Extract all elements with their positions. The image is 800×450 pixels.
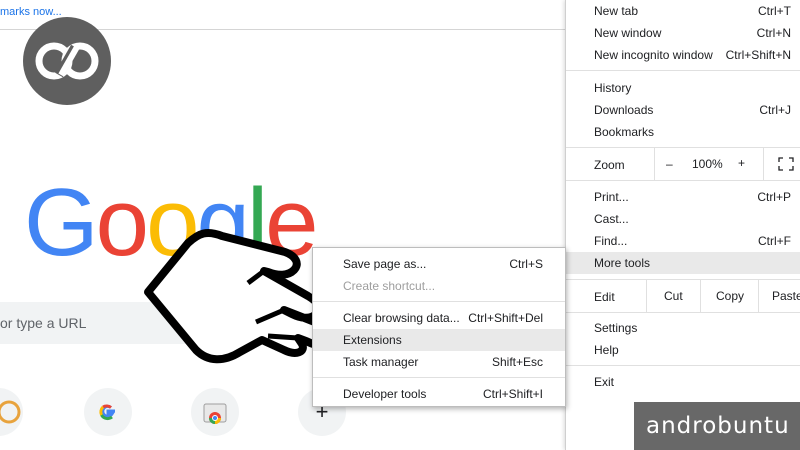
submenu-item-label: Developer tools xyxy=(343,387,427,401)
zoom-level: 100% xyxy=(692,157,723,171)
menu-item-find[interactable]: Find... Ctrl+F xyxy=(566,230,800,252)
paste-label: Paste xyxy=(772,289,800,303)
zoom-in-button[interactable]: + xyxy=(738,156,745,170)
submenu-item-extensions[interactable]: Extensions xyxy=(313,329,565,351)
menu-item-label: More tools xyxy=(594,256,651,270)
menu-divider xyxy=(566,70,800,71)
submenu-item-label: Extensions xyxy=(343,333,402,347)
cut-button[interactable]: Cut xyxy=(646,280,700,312)
submenu-item-shortcut: Ctrl+S xyxy=(509,257,543,271)
menu-item-label: Bookmarks xyxy=(594,125,655,139)
submenu-item-save-page[interactable]: Save page as... Ctrl+S xyxy=(313,253,565,275)
fullscreen-icon[interactable] xyxy=(778,157,794,171)
edit-label: Edit xyxy=(594,290,615,304)
chrome-menu: New tab Ctrl+T New window Ctrl+N New inc… xyxy=(565,0,800,450)
menu-item-new-tab[interactable]: New tab Ctrl+T xyxy=(566,0,800,22)
menu-item-new-window[interactable]: New window Ctrl+N xyxy=(566,22,800,44)
zoom-row: Zoom – 100% + xyxy=(566,148,800,180)
submenu-item-label: Clear browsing data... xyxy=(343,311,460,325)
menu-item-label: Help xyxy=(594,343,619,357)
menu-item-history[interactable]: History xyxy=(566,77,800,99)
menu-item-label: New window xyxy=(594,26,662,40)
menu-item-label: Settings xyxy=(594,321,638,335)
menu-item-settings[interactable]: Settings xyxy=(566,317,800,339)
menu-item-print[interactable]: Print... Ctrl+P xyxy=(566,186,800,208)
menu-divider xyxy=(566,180,800,181)
menu-item-label: Print... xyxy=(594,190,629,204)
androbuntu-watermark: androbuntu xyxy=(634,402,800,450)
zoom-divider xyxy=(763,148,764,180)
zoom-label: Zoom xyxy=(594,158,625,172)
menu-item-new-incognito-window[interactable]: New incognito window Ctrl+Shift+N xyxy=(566,44,800,66)
submenu-item-shortcut: Ctrl+Shift+Del xyxy=(468,311,543,325)
menu-item-shortcut: Ctrl+N xyxy=(756,26,791,40)
edit-row: Edit Cut Copy Paste xyxy=(566,280,800,312)
submenu-divider xyxy=(313,377,565,378)
submenu-item-label: Task manager xyxy=(343,355,419,369)
menu-item-bookmarks[interactable]: Bookmarks xyxy=(566,121,800,143)
menu-item-downloads[interactable]: Downloads Ctrl+J xyxy=(566,99,800,121)
menu-item-label: Cast... xyxy=(594,212,629,226)
menu-item-shortcut: Ctrl+Shift+N xyxy=(725,48,791,62)
submenu-item-task-manager[interactable]: Task manager Shift+Esc xyxy=(313,351,565,373)
submenu-item-shortcut: Ctrl+Shift+I xyxy=(482,387,543,401)
menu-item-shortcut: Ctrl+T xyxy=(758,4,791,18)
menu-divider xyxy=(566,365,800,366)
menu-item-shortcut: Ctrl+F xyxy=(758,234,791,248)
zoom-out-button[interactable]: – xyxy=(666,157,673,171)
menu-item-label: Downloads xyxy=(594,103,654,117)
menu-item-shortcut: Ctrl+P xyxy=(757,190,791,204)
copy-button[interactable]: Copy xyxy=(700,280,758,312)
zoom-divider xyxy=(654,148,655,180)
submenu-item-developer-tools[interactable]: Developer tools Ctrl+Shift+I xyxy=(313,383,565,405)
menu-item-shortcut: Ctrl+J xyxy=(759,103,791,117)
submenu-item-clear-browsing-data[interactable]: Clear browsing data... Ctrl+Shift+Del xyxy=(313,307,565,329)
menu-item-label: History xyxy=(594,81,632,95)
menu-item-help[interactable]: Help xyxy=(566,339,800,361)
paste-button[interactable]: Paste xyxy=(758,280,800,312)
copy-label: Copy xyxy=(716,289,745,303)
watermark-text: androbuntu xyxy=(646,413,790,439)
menu-item-label: New tab xyxy=(594,4,639,18)
menu-item-label: Find... xyxy=(594,234,628,248)
menu-item-more-tools[interactable]: More tools xyxy=(566,252,800,274)
menu-item-exit[interactable]: Exit xyxy=(566,371,800,393)
submenu-item-label: Save page as... xyxy=(343,257,427,271)
menu-divider xyxy=(566,312,800,313)
menu-item-cast[interactable]: Cast... xyxy=(566,208,800,230)
cut-label: Cut xyxy=(664,289,683,303)
menu-item-label: New incognito window xyxy=(594,48,713,62)
menu-item-label: Exit xyxy=(594,375,615,389)
submenu-item-shortcut: Shift+Esc xyxy=(491,355,543,369)
submenu-item-create-shortcut[interactable]: Create shortcut... xyxy=(313,275,565,297)
submenu-divider xyxy=(313,301,565,302)
submenu-item-label: Create shortcut... xyxy=(343,279,436,293)
more-tools-submenu: Save page as... Ctrl+S Create shortcut..… xyxy=(312,247,566,407)
